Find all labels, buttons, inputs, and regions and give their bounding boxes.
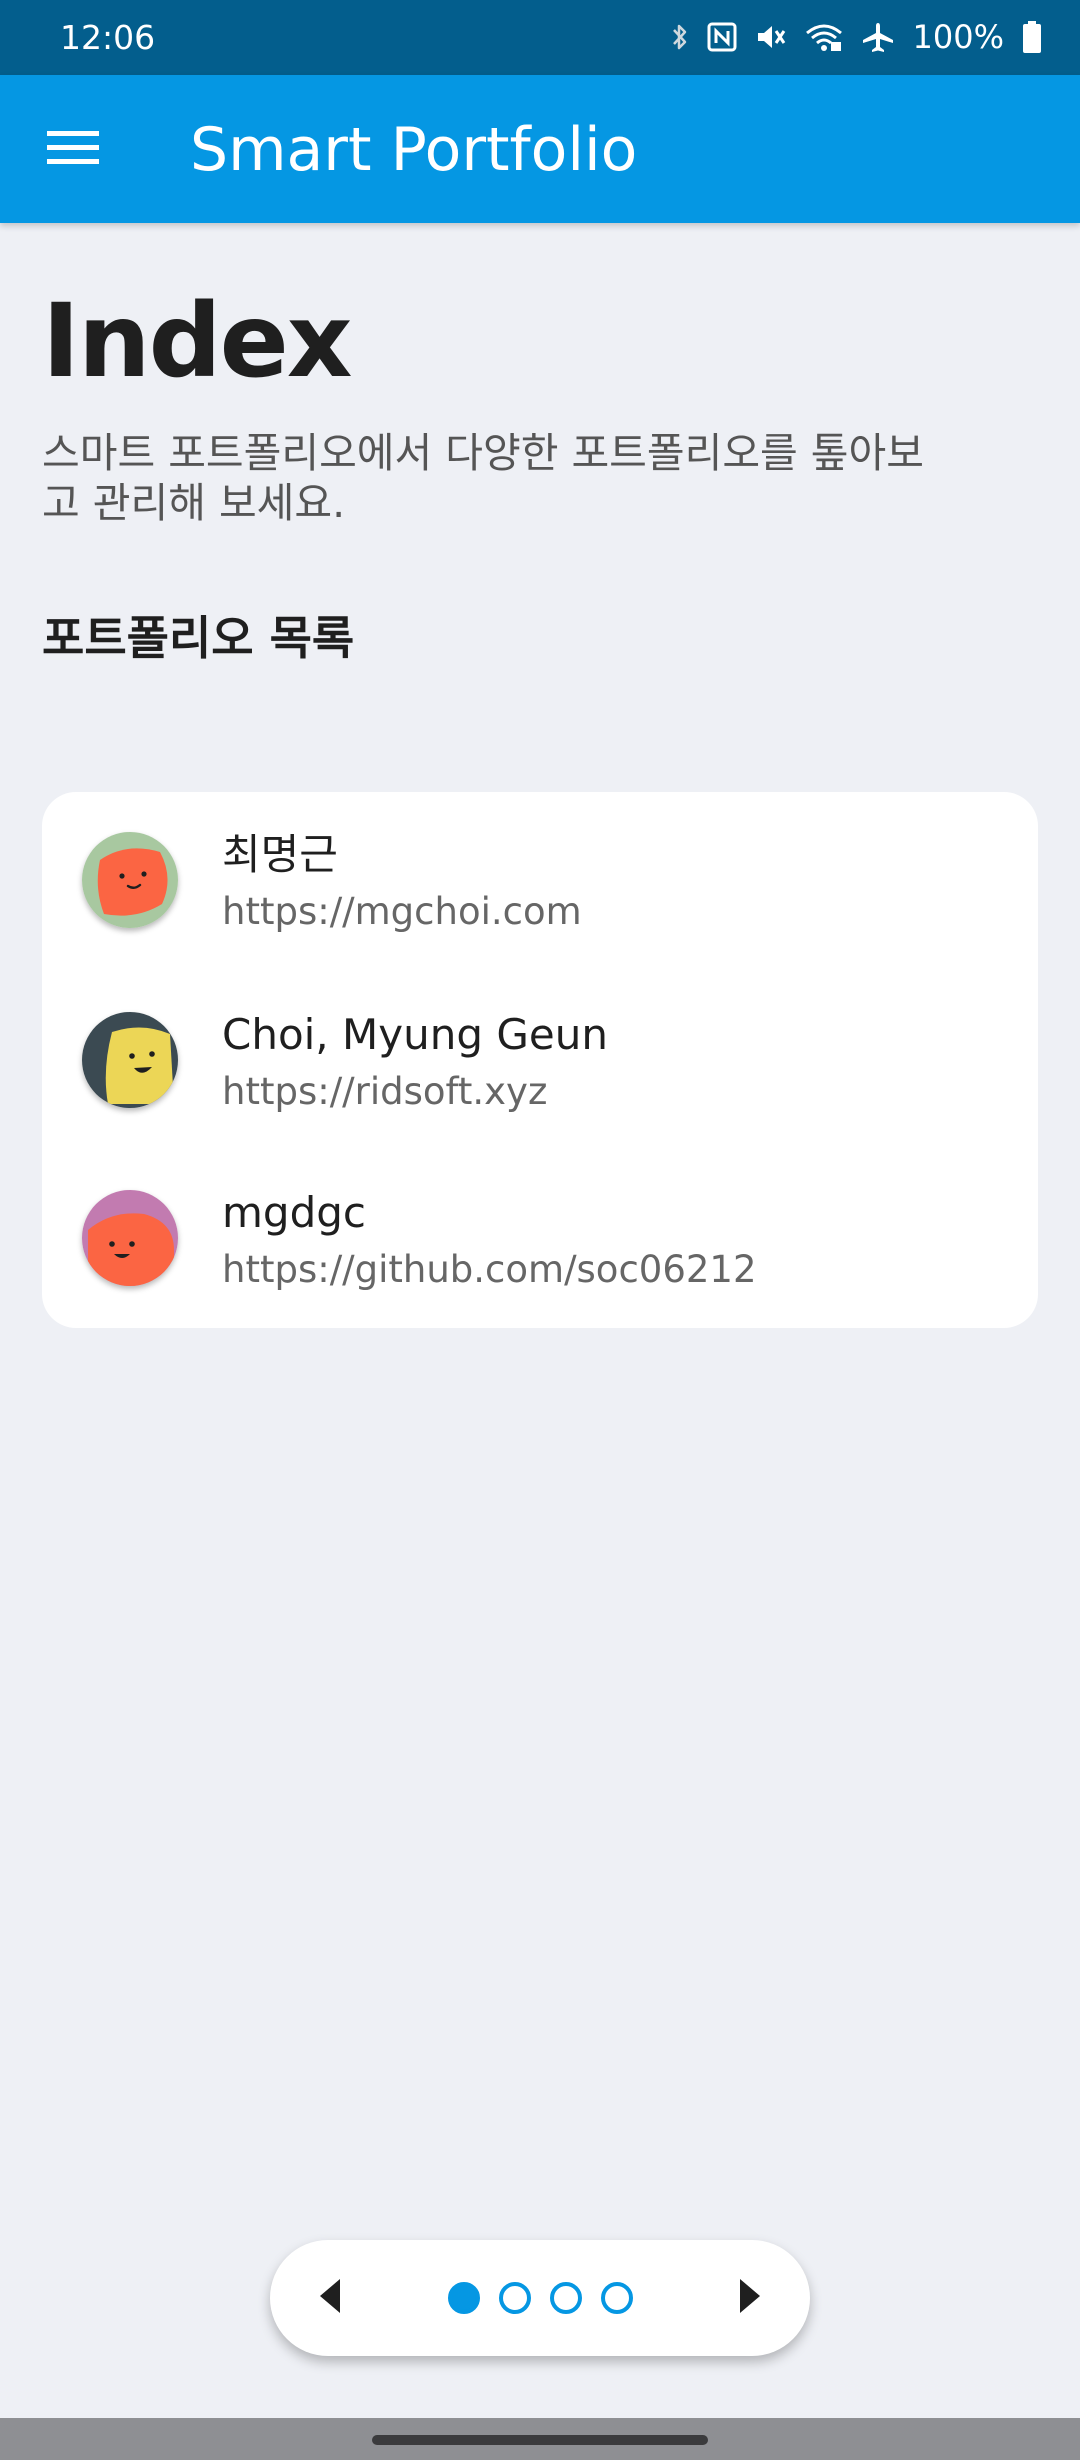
status-bar: 12:06 100% (0, 0, 1080, 75)
status-icons: 100% (671, 16, 1042, 58)
portfolio-item[interactable]: Choi, Myung Geun https://ridsoft.xyz (42, 972, 1038, 1150)
battery-icon (1022, 21, 1042, 53)
page-dot-active[interactable] (448, 2282, 480, 2314)
page-title: Index (42, 282, 353, 401)
battery-percent: 100% (912, 18, 1004, 56)
portfolio-item[interactable]: mgdgc https://github.com/soc06212 (42, 1150, 1038, 1328)
portfolio-name: 최명근 (222, 830, 338, 879)
avatar (82, 1012, 178, 1108)
menu-button[interactable] (30, 109, 116, 189)
page-dot[interactable] (499, 2282, 531, 2314)
portfolio-item[interactable]: 최명근 https://mgchoi.com (42, 792, 1038, 970)
status-time: 12:06 (60, 18, 156, 57)
airplane-mode-icon (861, 21, 895, 53)
page-dots (448, 2280, 638, 2316)
nfc-icon (707, 22, 737, 52)
caret-left-icon (318, 2277, 342, 2319)
section-heading: 포트폴리오 목록 (42, 611, 355, 665)
home-gesture-handle[interactable] (372, 2435, 708, 2445)
page-dot[interactable] (601, 2282, 633, 2314)
portfolio-url: https://mgchoi.com (222, 890, 582, 933)
bluetooth-icon (671, 22, 689, 52)
avatar (82, 832, 178, 928)
page-indicator (270, 2240, 810, 2356)
page-subtitle: 스마트 포트폴리오에서 다양한 포트폴리오를 톺아보고 관리해 보세요. (42, 429, 924, 527)
next-page-button[interactable] (720, 2268, 780, 2328)
vibrate-off-icon (755, 22, 787, 52)
caret-right-icon (738, 2277, 762, 2319)
portfolio-name: mgdgc (222, 1188, 366, 1237)
hamburger-menu-icon (47, 127, 99, 171)
page-dot[interactable] (550, 2282, 582, 2314)
gesture-navigation-bar (0, 2418, 1080, 2460)
portfolio-url: https://github.com/soc06212 (222, 1248, 757, 1291)
app-bar: Smart Portfolio (0, 75, 1080, 223)
wifi-icon (805, 22, 843, 52)
portfolio-name: Choi, Myung Geun (222, 1010, 608, 1059)
previous-page-button[interactable] (300, 2268, 360, 2328)
portfolio-url: https://ridsoft.xyz (222, 1070, 548, 1113)
portfolio-list: 최명근 https://mgchoi.com Choi, Myung Geun … (42, 792, 1038, 1328)
avatar (82, 1190, 178, 1286)
app-title: Smart Portfolio (190, 115, 638, 185)
